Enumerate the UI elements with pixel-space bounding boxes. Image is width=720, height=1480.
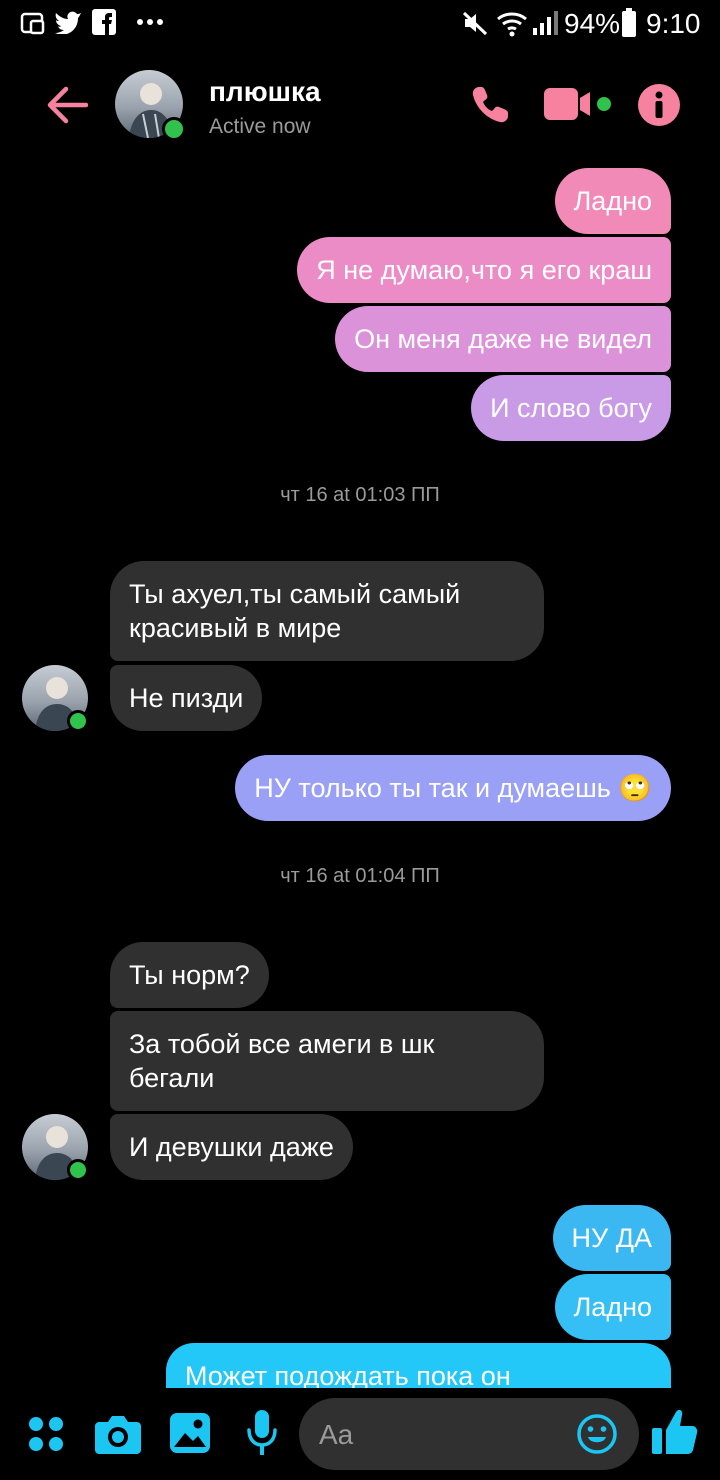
message-bubble-incoming[interactable]: Ты ахуел,ты самый самый красивый в мире xyxy=(110,561,544,661)
info-icon[interactable] xyxy=(638,84,680,126)
mute-icon xyxy=(462,11,488,36)
message-bubble-outgoing[interactable]: Ладно xyxy=(554,1274,671,1340)
phone-icon[interactable] xyxy=(469,84,511,126)
message-list[interactable]: Ладно Я не думаю,что я его краш Он меня … xyxy=(0,158,720,1388)
message-bubble-outgoing[interactable]: Ладно xyxy=(554,168,671,234)
status-bar: 94% 9:10 xyxy=(0,0,720,48)
video-camera-icon[interactable] xyxy=(544,86,616,122)
message-bubble-outgoing[interactable]: НУ ДА xyxy=(552,1205,671,1271)
message-bubble-outgoing[interactable]: Я не думаю,что я его краш xyxy=(297,237,671,303)
message-bubble-outgoing[interactable]: И слово богу xyxy=(471,375,671,441)
menu-dots-icon[interactable] xyxy=(28,1416,64,1452)
timestamp: чт 16 at 01:04 ПП xyxy=(280,865,440,887)
message-bubble-outgoing[interactable]: НУ только ты так и думаешь 🙄 xyxy=(235,755,671,821)
timestamp: чт 16 at 01:03 ПП xyxy=(280,484,440,506)
contact-name[interactable]: плюшка xyxy=(209,76,321,108)
message-bubble-incoming[interactable]: И девушки даже xyxy=(110,1114,353,1180)
microphone-icon[interactable] xyxy=(247,1410,277,1456)
message-input[interactable] xyxy=(317,1398,571,1472)
online-indicator xyxy=(67,710,89,732)
online-indicator xyxy=(162,117,186,141)
message-bubble-outgoing[interactable]: Он меня даже не видел xyxy=(335,306,671,372)
message-bubble-incoming[interactable]: Не пизди xyxy=(110,665,263,731)
online-indicator xyxy=(67,1159,89,1181)
back-arrow-icon[interactable] xyxy=(46,86,88,124)
clock: 9:10 xyxy=(646,8,701,39)
emoji-icon[interactable] xyxy=(576,1413,618,1455)
camera-icon[interactable] xyxy=(95,1414,141,1454)
message-bubble-incoming[interactable]: Ты норм? xyxy=(110,942,269,1008)
message-bubble-outgoing[interactable]: Может подождать пока он xyxy=(166,1343,671,1388)
battery-percentage: 94% xyxy=(564,8,621,39)
battery-icon xyxy=(622,8,636,37)
wifi-icon xyxy=(497,12,527,37)
message-input-container[interactable] xyxy=(299,1398,639,1472)
contact-status: Active now xyxy=(209,115,311,138)
screenshot-icon xyxy=(20,12,45,35)
thumbs-up-icon[interactable] xyxy=(652,1408,698,1456)
conversation-header: плюшка Active now xyxy=(0,48,720,158)
twitter-icon xyxy=(55,11,81,34)
facebook-icon xyxy=(92,9,116,35)
more-dots-icon xyxy=(137,19,163,25)
image-icon[interactable] xyxy=(170,1413,210,1453)
composer-bar xyxy=(0,1388,720,1480)
message-bubble-incoming[interactable]: За тобой все амеги в шк бегали xyxy=(110,1011,544,1111)
signal-icon xyxy=(533,11,558,35)
